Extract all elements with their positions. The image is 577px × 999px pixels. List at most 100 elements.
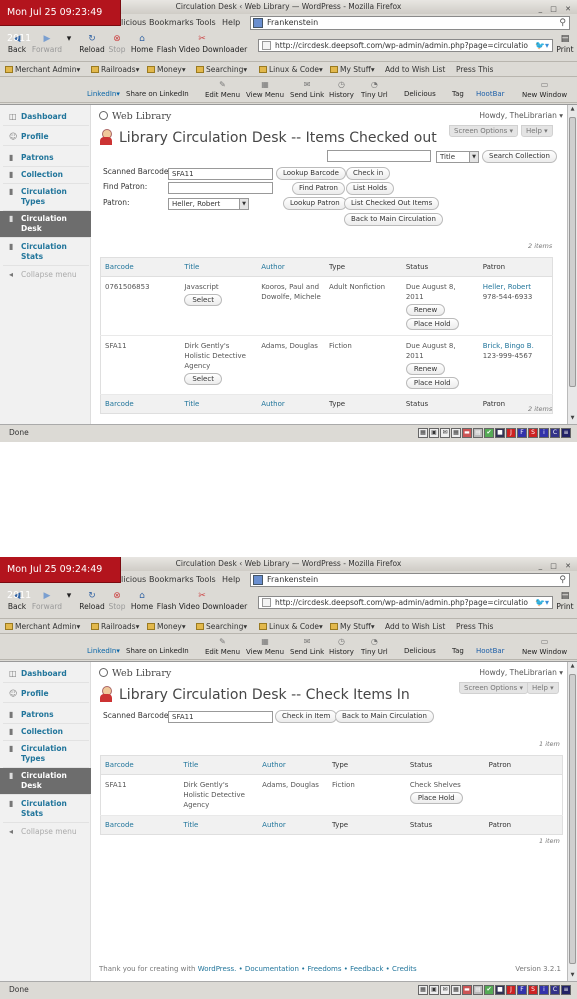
new-window-button[interactable]: ▭ New Window	[522, 79, 567, 99]
forward-button[interactable]: ▶ Forward	[30, 589, 64, 611]
column-header-title[interactable]: Title	[180, 257, 258, 277]
history-dropdown[interactable]: ▾	[66, 589, 72, 602]
page-scrollbar[interactable]: ▲ ▼	[567, 105, 577, 425]
stop-button[interactable]: ⊗ Stop	[107, 32, 127, 54]
bookmark-link[interactable]: Add to Wish List	[385, 619, 445, 634]
addon-icon[interactable]: ▤	[473, 428, 483, 438]
tag-button[interactable]: Tag	[452, 90, 464, 98]
home-button[interactable]: ⌂ Home	[129, 32, 155, 54]
home-button[interactable]: ⌂ Home	[129, 589, 155, 611]
bookmark-folder[interactable]: My Stuff▾	[330, 619, 375, 634]
addon-icon[interactable]: ▬	[462, 985, 472, 995]
delicious-button[interactable]: Delicious	[404, 647, 436, 655]
column-footer-barcode[interactable]: Barcode	[100, 815, 180, 835]
addon-icon[interactable]: F	[517, 985, 527, 995]
bookmark-link[interactable]: Add to Wish List	[385, 62, 445, 77]
share-linkedin-button[interactable]: Share on LinkedIn	[126, 90, 189, 98]
history-button[interactable]: ◷ History	[329, 79, 354, 99]
bookmark-folder[interactable]: My Stuff▾	[330, 62, 375, 77]
footer-links[interactable]: WordPress. • Documentation • Freedoms • …	[198, 965, 417, 973]
addon-icon[interactable]: C	[550, 985, 560, 995]
bookmark-folder[interactable]: Money▾	[147, 619, 186, 634]
patron-link[interactable]: Brick, Bingo B.	[483, 342, 534, 350]
addon-icon[interactable]: J	[506, 985, 516, 995]
place-hold-button[interactable]: Place Hold	[405, 377, 459, 389]
scroll-thumb[interactable]	[569, 674, 576, 964]
addon-icon[interactable]: ≡	[561, 428, 571, 438]
addon-icon[interactable]: ▦	[451, 985, 461, 995]
url-input[interactable]: http://circdesk.deepsoft.com/wp-admin/ad…	[258, 596, 553, 609]
hootbar-button[interactable]: HootBar	[476, 647, 505, 655]
check-in-item-button[interactable]: Check in Item	[275, 710, 338, 723]
sidebar-item-circulation-desk[interactable]: ▮ Circulation Desk	[0, 211, 91, 238]
screen-options-tab[interactable]: Screen Options ▾	[459, 682, 529, 694]
column-footer-barcode[interactable]: Barcode	[100, 394, 181, 414]
history-button[interactable]: ◷ History	[329, 636, 354, 656]
send-link-button[interactable]: ✉ Send Link	[290, 79, 324, 99]
scroll-up-icon[interactable]: ▲	[568, 106, 577, 115]
column-footer-author[interactable]: Author	[257, 394, 326, 414]
addon-icon[interactable]: ▬	[462, 428, 472, 438]
linkedin-button[interactable]: LinkedIn▾	[87, 90, 120, 98]
addon-icon[interactable]: i	[539, 428, 549, 438]
send-link-button[interactable]: ✉ Send Link	[290, 636, 324, 656]
place-hold-button[interactable]: Place Hold	[405, 318, 459, 330]
hootbar-button[interactable]: HootBar	[476, 90, 505, 98]
bookmark-folder[interactable]: Money▾	[147, 62, 186, 77]
menu-tools[interactable]: Tools	[196, 14, 216, 31]
column-footer-title[interactable]: Title	[180, 394, 258, 414]
menu-help[interactable]: Help	[222, 14, 240, 31]
column-header-barcode[interactable]: Barcode	[100, 755, 180, 775]
edit-menu-button[interactable]: ✎ Edit Menu	[205, 79, 240, 99]
addon-icon[interactable]: S	[528, 428, 538, 438]
screen-options-tab[interactable]: Screen Options ▾	[449, 125, 519, 137]
new-window-button[interactable]: ▭ New Window	[522, 636, 567, 656]
select-button[interactable]: Select	[184, 294, 222, 306]
scroll-down-icon[interactable]: ▼	[568, 972, 577, 981]
back-to-main-button[interactable]: Back to Main Circulation	[344, 213, 443, 226]
history-dropdown[interactable]: ▾	[66, 32, 72, 45]
column-footer-author[interactable]: Author	[258, 815, 329, 835]
place-hold-button[interactable]: Place Hold	[409, 792, 463, 804]
sidebar-item-circulation-types[interactable]: ▮ Circulation Types	[3, 741, 89, 768]
search-engine-icon[interactable]	[253, 575, 263, 585]
reload-button[interactable]: ↻ Reload	[78, 589, 106, 611]
web-search-input[interactable]: Frankenstein ⚲	[250, 16, 570, 30]
mail-icon[interactable]: ✉	[440, 428, 450, 438]
column-header-author[interactable]: Author	[258, 755, 329, 775]
addon-icon[interactable]: ▦	[418, 428, 428, 438]
addon-icon[interactable]: ■	[495, 428, 505, 438]
collection-search-input[interactable]	[327, 150, 431, 162]
tag-button[interactable]: Tag	[452, 647, 464, 655]
find-patron-input[interactable]	[168, 182, 273, 194]
bookmark-link[interactable]: Press This	[456, 62, 493, 77]
sidebar-item-profile[interactable]: ☺ Profile	[3, 686, 89, 703]
addon-icon[interactable]: ✔	[484, 985, 494, 995]
scroll-down-icon[interactable]: ▼	[568, 415, 577, 424]
sidebar-item-circulation-desk[interactable]: ▮ Circulation Desk	[0, 768, 91, 795]
sidebar-item-collection[interactable]: ▮ Collection	[3, 167, 89, 184]
scanned-barcode-input[interactable]: SFA11	[168, 711, 273, 723]
twitter-icon[interactable]: 🐦▾	[535, 597, 549, 608]
sidebar-item-patrons[interactable]: ▮ Patrons	[3, 707, 89, 724]
addon-icon[interactable]: ▦	[451, 428, 461, 438]
bookmark-folder[interactable]: Linux & Code▾	[259, 62, 323, 77]
bookmark-folder[interactable]: Merchant Admin▾	[5, 619, 80, 634]
print-button[interactable]: ▤ Print	[555, 589, 575, 611]
scroll-up-icon[interactable]: ▲	[568, 663, 577, 672]
tiny-url-button[interactable]: ◔ Tiny Url	[361, 79, 388, 99]
addon-icon[interactable]: ▦	[418, 985, 428, 995]
search-engine-icon[interactable]	[253, 18, 263, 28]
twitter-icon[interactable]: 🐦▾	[535, 40, 549, 51]
bookmark-folder[interactable]: Merchant Admin▾	[5, 62, 80, 77]
column-header-barcode[interactable]: Barcode	[100, 257, 181, 277]
reload-button[interactable]: ↻ Reload	[78, 32, 106, 54]
collapse-menu-button[interactable]: ◂ Collapse menu	[3, 267, 89, 283]
addon-icon[interactable]: J	[506, 428, 516, 438]
addon-icon[interactable]: ▤	[473, 985, 483, 995]
list-checked-out-button[interactable]: List Checked Out Items	[344, 197, 440, 210]
lookup-barcode-button[interactable]: Lookup Barcode	[276, 167, 346, 180]
back-to-main-button[interactable]: Back to Main Circulation	[335, 710, 434, 723]
addon-icon[interactable]: ▣	[429, 428, 439, 438]
addon-icon[interactable]: ≡	[561, 985, 571, 995]
